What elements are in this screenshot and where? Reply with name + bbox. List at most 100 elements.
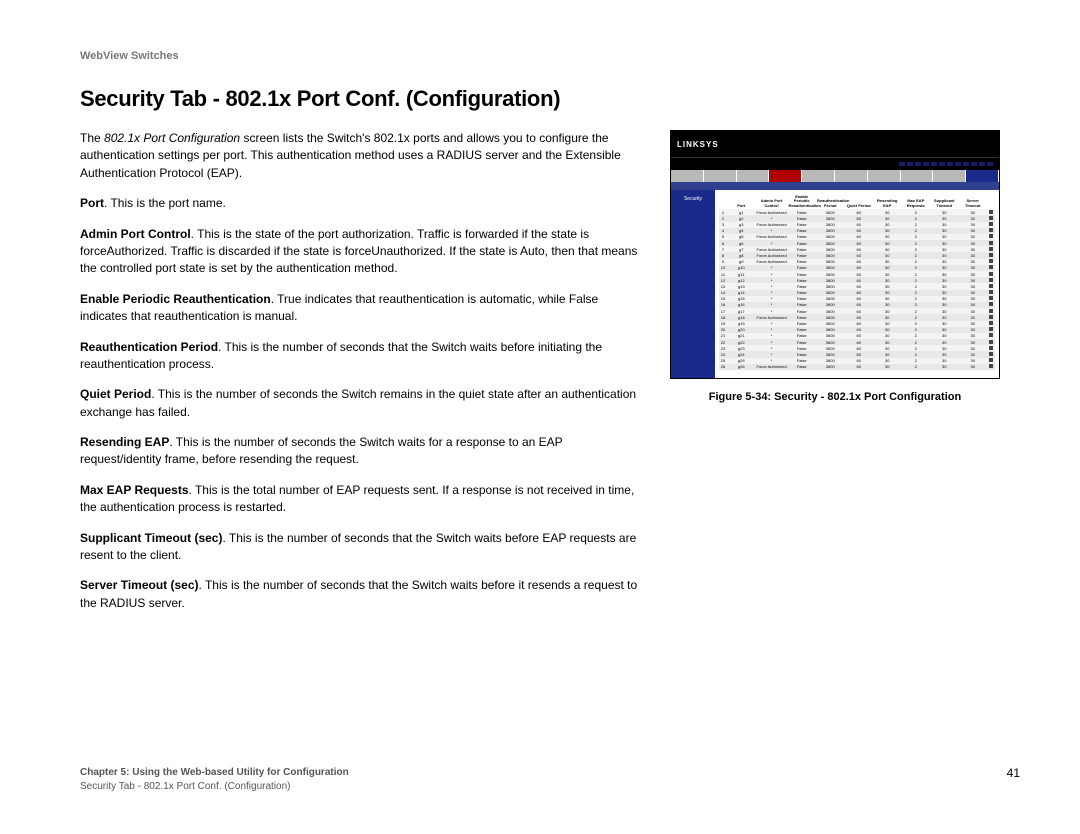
edit-icon — [989, 296, 993, 300]
table-cell: Force Authorized — [756, 234, 788, 240]
table-cell: 26 — [719, 364, 727, 370]
page: WebView Switches Security Tab - 802.1x P… — [0, 0, 1080, 834]
definition-text: . This is the port name. — [104, 196, 226, 210]
figure-table: Port Admin Port Control Enable Periodic … — [719, 194, 995, 370]
table-cell: Force Authorized — [756, 252, 788, 258]
edit-icon — [989, 210, 993, 214]
figure-main-tabs — [671, 170, 999, 182]
definition-term: Resending EAP — [80, 435, 169, 449]
definition-term: Max EAP Requests — [80, 483, 189, 497]
edit-icon — [989, 259, 993, 263]
table-cell: Force Authorized — [756, 259, 788, 265]
figure-column: LINKSYS — [670, 130, 1020, 625]
th-port: Port — [727, 194, 756, 209]
edit-icon — [989, 333, 993, 337]
content-columns: The 802.1x Port Configuration screen lis… — [80, 130, 1020, 625]
definitions-list: Port. This is the port name. Admin Port C… — [80, 195, 640, 612]
definition-term: Supplicant Timeout (sec) — [80, 531, 222, 545]
definition-paragraph: Reauthentication Period. This is the num… — [80, 339, 640, 374]
figure-table-body: 1g1Force AuthorizedFalse36006030230302g2… — [719, 209, 995, 370]
figure-main: Port Admin Port Control Enable Periodic … — [715, 190, 999, 378]
device-port-icon — [923, 162, 929, 166]
table-cell: Force Authorized — [756, 209, 788, 215]
intro-paragraph: The 802.1x Port Configuration screen lis… — [80, 130, 640, 182]
edit-icon — [989, 216, 993, 220]
figure-device-bar — [671, 157, 999, 170]
tab — [933, 170, 966, 182]
edit-icon — [989, 278, 993, 282]
figure-wrap: LINKSYS — [670, 130, 1000, 403]
edit-icon — [989, 340, 993, 344]
figure-sub-tabs — [671, 182, 999, 190]
page-title: Security Tab - 802.1x Port Conf. (Config… — [80, 86, 1020, 112]
definition-paragraph: Server Timeout (sec). This is the number… — [80, 577, 640, 612]
definition-paragraph: Max EAP Requests. This is the total numb… — [80, 482, 640, 517]
device-port-icon — [931, 162, 937, 166]
table-cell: 30 — [873, 364, 902, 370]
edit-icon — [989, 241, 993, 245]
device-port-icon — [947, 162, 953, 166]
edit-icon — [989, 358, 993, 362]
th-supplicant-timeout: Supplicant Timeout — [930, 194, 959, 209]
edit-icon — [989, 290, 993, 294]
edit-icon — [989, 309, 993, 313]
table-cell: Force Authorized — [756, 364, 788, 370]
table-cell: 3600 — [816, 364, 845, 370]
tab — [704, 170, 737, 182]
edit-icon — [989, 247, 993, 251]
table-cell: Force Authorized — [756, 314, 788, 320]
footer-section: Security Tab - 802.1x Port Conf. (Config… — [80, 780, 349, 794]
table-cell: Force Authorized — [756, 246, 788, 252]
table-row: 26g26Force AuthorizedFalse3600603023030 — [719, 364, 995, 370]
th-enable-periodic-reauth: Enable Periodic Reauthentication — [788, 194, 817, 209]
table-cell: Force Authorized — [756, 222, 788, 228]
edit-icon — [989, 234, 993, 238]
intro-italic: 802.1x Port Configuration — [104, 131, 240, 145]
definition-term: Admin Port Control — [80, 227, 191, 241]
device-port-icon — [915, 162, 921, 166]
footer-left: Chapter 5: Using the Web-based Utility f… — [80, 766, 349, 794]
tab — [802, 170, 835, 182]
tab — [671, 170, 704, 182]
definition-term: Server Timeout (sec) — [80, 578, 199, 592]
table-cell: 30 — [959, 364, 988, 370]
definition-term: Quiet Period — [80, 387, 151, 401]
linksys-logo: LINKSYS — [677, 140, 719, 149]
edit-icon — [989, 253, 993, 257]
figure-body: Security Port Admin Port Control Enable … — [671, 190, 999, 378]
definition-term: Reauthentication Period — [80, 340, 218, 354]
device-port-icon — [939, 162, 945, 166]
edit-icon — [989, 228, 993, 232]
figure-sidebar-label: Security — [674, 196, 712, 202]
device-port-icon — [987, 162, 993, 166]
definition-term: Port — [80, 196, 104, 210]
tab — [901, 170, 934, 182]
definition-paragraph: Admin Port Control. This is the state of… — [80, 226, 640, 278]
table-cell: 60 — [845, 364, 874, 370]
footer-page-number: 41 — [1007, 766, 1020, 780]
tab — [835, 170, 868, 182]
table-cell: 2 — [902, 364, 931, 370]
edit-icon — [989, 302, 993, 306]
th-max-eap: Max EAP Requests — [902, 194, 931, 209]
footer-chapter: Chapter 5: Using the Web-based Utility f… — [80, 767, 349, 778]
tab — [868, 170, 901, 182]
device-port-icon — [899, 162, 905, 166]
product-header: WebView Switches — [80, 50, 1020, 62]
device-port-icon — [963, 162, 969, 166]
figure-screenshot: LINKSYS — [670, 130, 1000, 379]
tab — [966, 170, 999, 182]
edit-icon — [989, 272, 993, 276]
edit-icon — [989, 352, 993, 356]
definition-term: Enable Periodic Reauthentication — [80, 292, 271, 306]
intro-pre: The — [80, 131, 104, 145]
th-admin-port-control: Admin Port Control — [756, 194, 788, 209]
table-cell: g26 — [727, 364, 756, 370]
th-server-timeout: Server Timeout — [959, 194, 988, 209]
definition-paragraph: Enable Periodic Reauthentication. True i… — [80, 291, 640, 326]
definition-paragraph: Quiet Period. This is the number of seco… — [80, 386, 640, 421]
figure-sidebar: Security — [671, 190, 715, 378]
definition-paragraph: Supplicant Timeout (sec). This is the nu… — [80, 530, 640, 565]
device-port-icon — [971, 162, 977, 166]
edit-icon — [989, 321, 993, 325]
